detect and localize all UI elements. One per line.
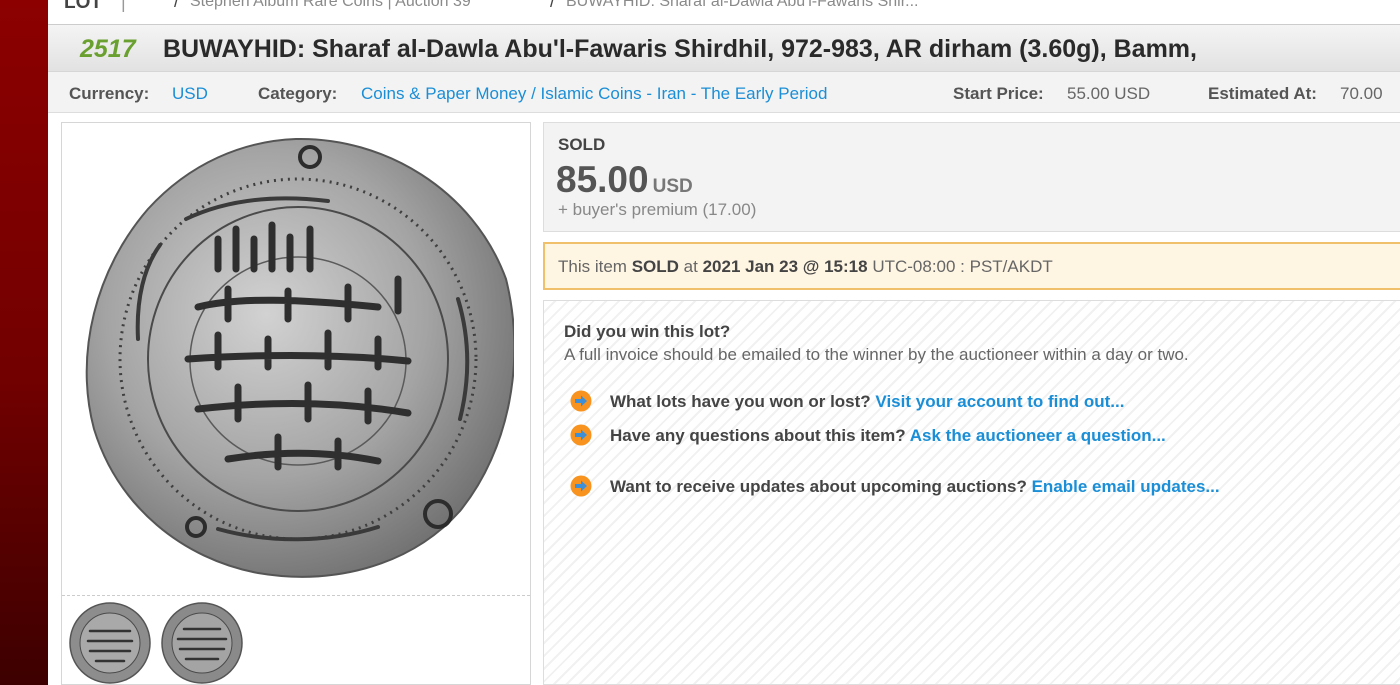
thumbnail-reverse[interactable] — [160, 601, 244, 685]
lot-page: LOT | / Stephen Album Rare Coins | Aucti… — [48, 0, 1400, 685]
info-row-question: What lots have you won or lost? — [610, 392, 871, 411]
visit-account-link[interactable]: Visit your account to find out... — [875, 392, 1124, 411]
category-link[interactable]: Coins & Paper Money / Islamic Coins - Ir… — [361, 84, 827, 104]
breadcrumb-current: BUWAYHID: Sharaf al-Dawla Abu'l-Fawaris … — [566, 0, 919, 10]
enable-email-updates-link[interactable]: Enable email updates... — [1032, 477, 1220, 496]
thumbnail-divider — [62, 595, 530, 596]
buyers-premium: + buyer's premium (17.00) — [558, 200, 757, 219]
currency-link[interactable]: USD — [172, 84, 208, 104]
price-box: SOLD 85.00 USD + buyer's premium (17.00) — [543, 122, 1400, 232]
sold-price-amount: 85.00 — [556, 159, 649, 200]
info-row-text: Have any questions about this item? Ask … — [610, 426, 1166, 446]
start-price-label: Start Price: — [953, 84, 1044, 103]
sold-notice-status: SOLD — [631, 257, 679, 276]
breadcrumb-auction-link[interactable]: Stephen Album Rare Coins | Auction 39 — [190, 0, 471, 11]
sold-price-currency: USD — [652, 176, 693, 197]
lot-title-bar: 2517 BUWAYHID: Sharaf al-Dawla Abu'l-Faw… — [48, 25, 1400, 72]
sold-notice-datetime: 2021 Jan 23 @ 15:18 — [702, 257, 868, 276]
left-rail — [0, 0, 48, 685]
info-row-text: Want to receive updates about upcoming a… — [610, 477, 1220, 497]
info-row-text: What lots have you won or lost? Visit yo… — [610, 392, 1124, 412]
post-auction-info: Did you win this lot? A full invoice sho… — [543, 300, 1400, 685]
sold-price: 85.00 USD — [556, 159, 693, 201]
category-label: Category: — [258, 84, 338, 103]
ask-auctioneer-link[interactable]: Ask the auctioneer a question... — [910, 426, 1166, 445]
sold-notice-timezone: UTC-08:00 : PST/AKDT — [872, 257, 1053, 276]
main-coin-image[interactable] — [78, 129, 514, 585]
breadcrumb-slash: / — [550, 0, 556, 11]
breadcrumb-lot-label: LOT — [64, 0, 102, 13]
win-question: Did you win this lot? — [564, 322, 731, 341]
breadcrumb: LOT | / Stephen Album Rare Coins | Aucti… — [48, 0, 1400, 25]
sold-notice-text: This item SOLD at 2021 Jan 23 @ 15:18 UT… — [558, 257, 1053, 277]
estimated-label: Estimated At: — [1208, 84, 1317, 103]
start-price-value: 55.00 USD — [1067, 84, 1151, 103]
arrow-right-circle-icon — [570, 475, 592, 497]
sold-notice-at: at — [683, 257, 698, 276]
info-row-question: Want to receive updates about upcoming a… — [610, 477, 1027, 496]
sold-status-label: SOLD — [558, 135, 606, 154]
breadcrumb-separator: | — [121, 0, 126, 12]
info-row-question: Have any questions about this item? — [610, 426, 906, 445]
sold-notice: This item SOLD at 2021 Jan 23 @ 15:18 UT… — [543, 242, 1400, 290]
lot-number: 2517 — [80, 35, 136, 63]
invoice-info: A full invoice should be emailed to the … — [564, 345, 1189, 364]
lot-meta-bar: Currency: USD Category: Coins & Paper Mo… — [48, 72, 1400, 113]
arrow-right-circle-icon — [570, 424, 592, 446]
sold-notice-prefix: This item — [558, 257, 627, 276]
estimated-value: 70.00 — [1340, 84, 1383, 103]
currency-label: Currency: — [69, 84, 150, 103]
arrow-right-circle-icon — [570, 390, 592, 412]
image-gallery — [61, 122, 531, 685]
breadcrumb-slash: / — [174, 0, 180, 11]
thumbnail-obverse[interactable] — [68, 601, 152, 685]
lot-title: BUWAYHID: Sharaf al-Dawla Abu'l-Fawaris … — [163, 35, 1197, 63]
